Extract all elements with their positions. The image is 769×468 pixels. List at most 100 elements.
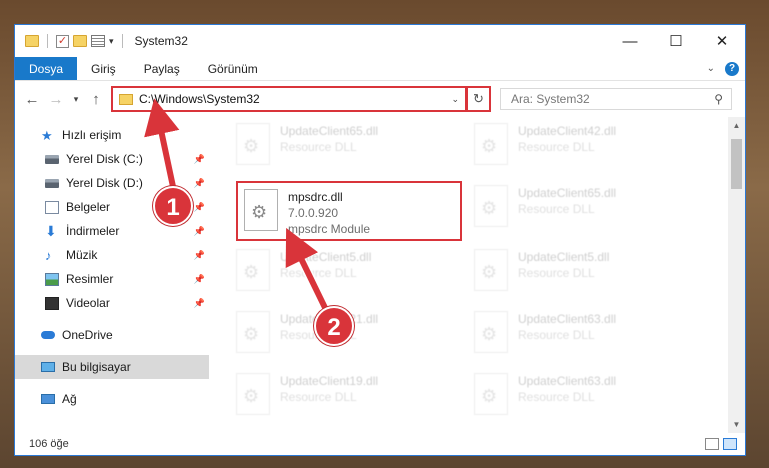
- close-button[interactable]: ✕: [699, 25, 745, 57]
- pin-icon[interactable]: 📌: [194, 298, 205, 309]
- minimize-button[interactable]: —: [607, 25, 653, 57]
- address-bar[interactable]: C:\Windows\System32 ⌄: [111, 86, 467, 112]
- step-badge-2: 2: [314, 306, 354, 346]
- dll-file-icon: [474, 249, 508, 291]
- properties-check-icon[interactable]: ✓: [56, 34, 69, 48]
- dll-file-icon: [236, 123, 270, 165]
- sidebar-item-label: Yerel Disk (C:): [66, 152, 143, 166]
- dll-file-icon: [474, 123, 508, 165]
- maximize-button[interactable]: ☐: [653, 25, 699, 57]
- dll-file-icon: [474, 311, 508, 353]
- file-name: UpdateClient65.dll: [280, 124, 379, 138]
- sidebar-item-label: Resimler: [66, 272, 114, 286]
- file-type: Resource DLL: [518, 328, 595, 342]
- address-path[interactable]: C:\Windows\System32: [139, 92, 445, 106]
- file-tile[interactable]: UpdateClient63.dll Resource DLL: [468, 367, 688, 423]
- new-folder-icon[interactable]: [73, 35, 87, 47]
- view-switcher: [705, 438, 745, 450]
- ribbon-tabs: Dosya Giriş Paylaş Görünüm ⌄ ?: [15, 57, 745, 81]
- dll-file-icon: [236, 249, 270, 291]
- file-name: mpsdrc.dll: [288, 190, 343, 204]
- quick-access-toolbar: ✓ ▾: [15, 34, 127, 48]
- recent-locations-chevron-icon[interactable]: ▾: [69, 88, 83, 110]
- star-icon: ★: [41, 127, 53, 143]
- main-area: ★ Hızlı erişim Yerel Disk (C:) 📌 Yerel D…: [15, 117, 745, 433]
- sidebar-item-label: Videolar: [66, 296, 110, 310]
- ribbon-expand-icon[interactable]: ⌄: [707, 63, 715, 74]
- dll-file-icon: [474, 185, 508, 227]
- step-badge-1: 1: [153, 186, 193, 226]
- navigation-pane: ★ Hızlı erişim Yerel Disk (C:) 📌 Yerel D…: [15, 117, 210, 433]
- sidebar-item-local-disk-c[interactable]: Yerel Disk (C:) 📌: [15, 147, 209, 171]
- scroll-down-arrow-icon[interactable]: ▼: [728, 416, 745, 433]
- tab-view[interactable]: Görünüm: [194, 57, 272, 80]
- folder-icon: [25, 35, 39, 47]
- navigation-bar: ← → ▾ ↑ C:\Windows\System32 ⌄ ↻ Ara: Sys…: [15, 81, 745, 117]
- music-icon: ♪: [45, 247, 52, 263]
- dll-file-icon: [474, 373, 508, 415]
- sidebar-item-label: Müzik: [66, 248, 98, 262]
- help-icon[interactable]: ?: [725, 61, 739, 76]
- file-tile[interactable]: UpdateClient42.dll Resource DLL: [468, 117, 688, 173]
- back-arrow-icon[interactable]: ←: [21, 88, 43, 110]
- file-tile[interactable]: UpdateClient5.dll Resource DLL: [230, 243, 450, 299]
- address-history-chevron-icon[interactable]: ⌄: [445, 94, 465, 105]
- file-name: UpdateClient5.dll: [280, 250, 372, 264]
- title-bar: ✓ ▾ System32 — ☐ ✕: [15, 25, 745, 57]
- sidebar-item-label: Bu bilgisayar: [62, 360, 131, 374]
- file-tile-focused[interactable]: mpsdrc.dll 7.0.0.920 mpsdrc Module: [236, 181, 462, 241]
- sidebar-item-label: İndirmeler: [66, 224, 120, 238]
- file-type: Resource DLL: [280, 390, 357, 404]
- tab-home[interactable]: Giriş: [77, 57, 130, 80]
- search-icon[interactable]: ⚲: [714, 92, 723, 106]
- drive-icon: [45, 154, 59, 164]
- sidebar-item-this-pc[interactable]: Bu bilgisayar: [15, 355, 209, 379]
- item-count: 106 öğe: [29, 438, 69, 450]
- sidebar-item-pictures[interactable]: Resimler 📌: [15, 267, 209, 291]
- refresh-button[interactable]: ↻: [467, 86, 491, 112]
- up-arrow-icon[interactable]: ↑: [85, 88, 107, 110]
- vertical-scrollbar[interactable]: ▲ ▼: [728, 117, 745, 433]
- file-explorer-window: ✓ ▾ System32 — ☐ ✕ Dosya Giriş Paylaş Gö…: [14, 24, 746, 456]
- scrollbar-thumb[interactable]: [731, 139, 742, 189]
- pin-icon[interactable]: 📌: [194, 274, 205, 285]
- file-type: Resource DLL: [280, 140, 357, 154]
- sidebar-item-onedrive[interactable]: OneDrive: [15, 323, 209, 347]
- scroll-up-arrow-icon[interactable]: ▲: [728, 117, 745, 134]
- pin-icon[interactable]: 📌: [194, 154, 205, 165]
- sidebar-item-label: Belgeler: [66, 200, 111, 214]
- file-name: UpdateClient5.dll: [518, 250, 610, 264]
- videos-icon: [45, 296, 59, 310]
- ribbon-right: ⌄ ?: [707, 57, 745, 80]
- computer-icon: [41, 362, 55, 372]
- large-icons-view-icon[interactable]: [723, 438, 737, 450]
- sidebar-item-music[interactable]: ♪ Müzik 📌: [15, 243, 209, 267]
- tab-share[interactable]: Paylaş: [130, 57, 194, 80]
- pin-icon[interactable]: 📌: [194, 250, 205, 261]
- dll-file-icon: [236, 373, 270, 415]
- file-tile[interactable]: UpdateClient63.dll Resource DLL: [468, 305, 688, 361]
- file-tile[interactable]: UpdateClient65.dll Resource DLL: [468, 179, 688, 235]
- forward-arrow-icon[interactable]: →: [45, 88, 67, 110]
- view-options-icon[interactable]: [91, 35, 105, 47]
- sidebar-item-videos[interactable]: Videolar 📌: [15, 291, 209, 315]
- file-tile[interactable]: UpdateClient65.dll Resource DLL: [230, 117, 450, 173]
- pin-icon[interactable]: 📌: [194, 226, 205, 237]
- file-tile[interactable]: UpdateClient19.dll Resource DLL: [230, 367, 450, 423]
- file-type: Resource DLL: [518, 266, 595, 280]
- sidebar-item-network[interactable]: Ağ: [15, 387, 209, 411]
- window-title: System32: [134, 34, 188, 48]
- pin-icon[interactable]: 📌: [194, 178, 205, 189]
- file-tile[interactable]: UpdateClient5.dll Resource DLL: [468, 243, 688, 299]
- network-icon: [41, 394, 55, 404]
- search-input[interactable]: Ara: System32 ⚲: [500, 88, 732, 110]
- sidebar-item-quick-access[interactable]: ★ Hızlı erişim: [15, 123, 209, 147]
- tab-file[interactable]: Dosya: [15, 57, 78, 80]
- file-name: UpdateClient63.dll: [518, 312, 617, 326]
- pin-icon[interactable]: 📌: [194, 202, 205, 213]
- chevron-down-icon[interactable]: ▾: [109, 36, 114, 47]
- details-view-icon[interactable]: [705, 438, 719, 450]
